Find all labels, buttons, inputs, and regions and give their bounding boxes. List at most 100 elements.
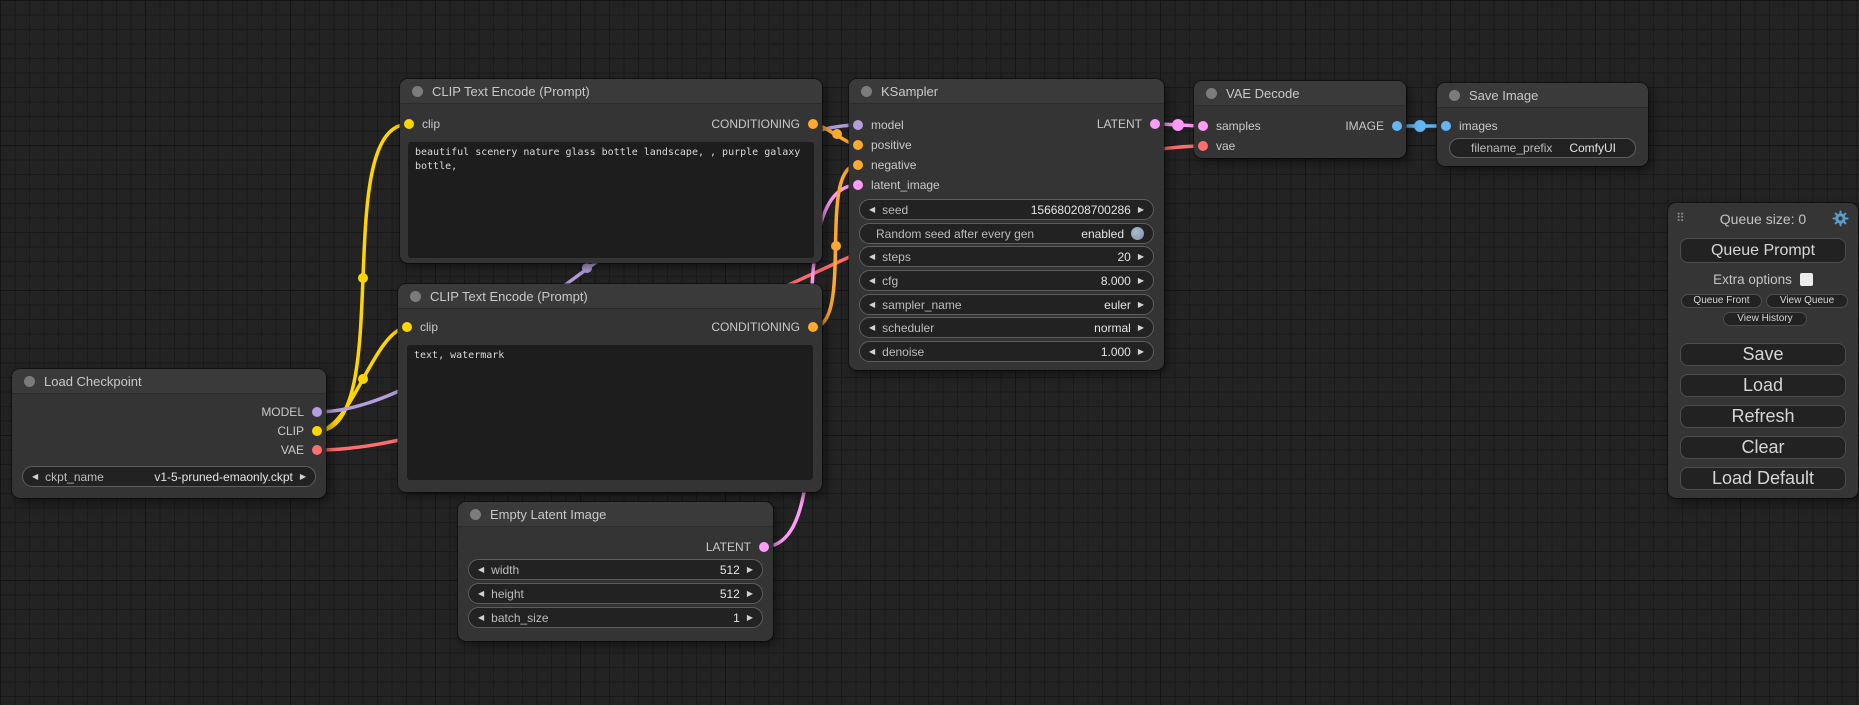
node-clip-text-encode-negative[interactable]: CLIP Text Encode (Prompt) clip CONDITION… bbox=[398, 284, 822, 492]
extra-options-checkbox[interactable] bbox=[1800, 273, 1813, 286]
vae-port-icon[interactable] bbox=[1198, 141, 1208, 151]
latent-port-icon[interactable] bbox=[759, 542, 769, 552]
node-title-bar[interactable]: Load Checkpoint bbox=[12, 369, 326, 394]
input-samples[interactable]: samples bbox=[1198, 120, 1261, 132]
spinner-left-icon[interactable]: ◀ bbox=[869, 206, 875, 214]
output-conditioning[interactable]: CONDITIONING bbox=[711, 321, 818, 333]
input-positive[interactable]: positive bbox=[853, 139, 912, 151]
height-widget[interactable]: ◀ height 512 ▶ bbox=[468, 583, 763, 604]
node-title-bar[interactable]: CLIP Text Encode (Prompt) bbox=[400, 79, 822, 104]
output-vae[interactable]: VAE bbox=[281, 444, 322, 456]
seed-widget[interactable]: ◀ seed 156680208700286 ▶ bbox=[859, 199, 1154, 220]
spinner-left-icon[interactable]: ◀ bbox=[478, 590, 484, 598]
node-ksampler[interactable]: KSampler model positive negative latent_… bbox=[849, 79, 1164, 370]
input-clip[interactable]: clip bbox=[402, 321, 438, 333]
model-port-icon[interactable] bbox=[853, 120, 863, 130]
spinner-left-icon[interactable]: ◀ bbox=[32, 473, 38, 481]
width-widget[interactable]: ◀ width 512 ▶ bbox=[468, 559, 763, 580]
cfg-widget[interactable]: ◀ cfg 8.000 ▶ bbox=[859, 270, 1154, 291]
input-clip[interactable]: clip bbox=[404, 118, 440, 130]
output-latent[interactable]: LATENT bbox=[706, 541, 769, 553]
clear-button[interactable]: Clear bbox=[1680, 436, 1846, 459]
input-latent-image[interactable]: latent_image bbox=[853, 179, 940, 191]
latent-port-icon[interactable] bbox=[1198, 121, 1208, 131]
collapse-dot-icon[interactable] bbox=[861, 86, 872, 97]
spinner-left-icon[interactable]: ◀ bbox=[869, 348, 875, 356]
node-empty-latent-image[interactable]: Empty Latent Image LATENT ◀ width 512 ▶ … bbox=[458, 502, 773, 641]
conditioning-port-icon[interactable] bbox=[853, 140, 863, 150]
load-default-button[interactable]: Load Default bbox=[1680, 467, 1846, 490]
output-clip[interactable]: CLIP bbox=[277, 425, 322, 437]
image-port-icon[interactable] bbox=[1392, 121, 1402, 131]
collapse-dot-icon[interactable] bbox=[412, 86, 423, 97]
latent-port-icon[interactable] bbox=[1150, 119, 1160, 129]
scheduler-widget[interactable]: ◀ scheduler normal ▶ bbox=[859, 317, 1154, 338]
spinner-right-icon[interactable]: ▶ bbox=[1138, 253, 1144, 261]
queue-prompt-button[interactable]: Queue Prompt bbox=[1680, 238, 1846, 263]
node-clip-text-encode-positive[interactable]: CLIP Text Encode (Prompt) clip CONDITION… bbox=[400, 79, 822, 263]
clip-port-icon[interactable] bbox=[312, 426, 322, 436]
node-load-checkpoint[interactable]: Load Checkpoint MODEL CLIP VAE ◀ ckpt_na… bbox=[12, 369, 326, 498]
node-title-bar[interactable]: CLIP Text Encode (Prompt) bbox=[398, 284, 822, 309]
settings-gear-icon[interactable] bbox=[1832, 210, 1849, 227]
node-title-bar[interactable]: KSampler bbox=[849, 79, 1164, 104]
image-port-icon[interactable] bbox=[1441, 121, 1451, 131]
prompt-textarea[interactable]: beautiful scenery nature glass bottle la… bbox=[408, 142, 814, 258]
conditioning-port-icon[interactable] bbox=[808, 322, 818, 332]
clip-port-icon[interactable] bbox=[404, 119, 414, 129]
node-title-bar[interactable]: Empty Latent Image bbox=[458, 502, 773, 527]
spinner-left-icon[interactable]: ◀ bbox=[869, 324, 875, 332]
spinner-left-icon[interactable]: ◀ bbox=[478, 614, 484, 622]
spinner-right-icon[interactable]: ▶ bbox=[747, 614, 753, 622]
spinner-right-icon[interactable]: ▶ bbox=[1138, 206, 1144, 214]
spinner-right-icon[interactable]: ▶ bbox=[747, 566, 753, 574]
output-image[interactable]: IMAGE bbox=[1345, 120, 1402, 132]
spinner-right-icon[interactable]: ▶ bbox=[1138, 348, 1144, 356]
output-model[interactable]: MODEL bbox=[261, 406, 322, 418]
clip-port-icon[interactable] bbox=[402, 322, 412, 332]
save-button[interactable]: Save bbox=[1680, 343, 1846, 366]
collapse-dot-icon[interactable] bbox=[470, 509, 481, 520]
input-model[interactable]: model bbox=[853, 119, 904, 131]
ckpt-name-widget[interactable]: ◀ ckpt_name v1-5-pruned-emaonly.ckpt ▶ bbox=[22, 466, 316, 487]
collapse-dot-icon[interactable] bbox=[24, 376, 35, 387]
collapse-dot-icon[interactable] bbox=[1206, 88, 1217, 99]
spinner-right-icon[interactable]: ▶ bbox=[300, 473, 306, 481]
node-title-bar[interactable]: Save Image bbox=[1437, 83, 1648, 108]
spinner-right-icon[interactable]: ▶ bbox=[747, 590, 753, 598]
prompt-textarea[interactable]: text, watermark bbox=[407, 345, 813, 480]
conditioning-port-icon[interactable] bbox=[853, 160, 863, 170]
sampler-name-widget[interactable]: ◀ sampler_name euler ▶ bbox=[859, 294, 1154, 315]
spinner-left-icon[interactable]: ◀ bbox=[869, 277, 875, 285]
model-port-icon[interactable] bbox=[312, 407, 322, 417]
spinner-right-icon[interactable]: ▶ bbox=[1138, 324, 1144, 332]
spinner-left-icon[interactable]: ◀ bbox=[478, 566, 484, 574]
input-vae[interactable]: vae bbox=[1198, 140, 1235, 152]
denoise-widget[interactable]: ◀ denoise 1.000 ▶ bbox=[859, 341, 1154, 362]
queue-front-button[interactable]: Queue Front bbox=[1681, 294, 1762, 308]
spinner-right-icon[interactable]: ▶ bbox=[1138, 277, 1144, 285]
output-conditioning[interactable]: CONDITIONING bbox=[711, 118, 818, 130]
input-negative[interactable]: negative bbox=[853, 159, 916, 171]
spinner-left-icon[interactable]: ◀ bbox=[869, 253, 875, 261]
view-queue-button[interactable]: View Queue bbox=[1766, 294, 1848, 308]
output-latent[interactable]: LATENT bbox=[1097, 118, 1160, 130]
spinner-left-icon[interactable]: ◀ bbox=[869, 301, 875, 309]
input-images[interactable]: images bbox=[1441, 120, 1498, 132]
node-vae-decode[interactable]: VAE Decode samples vae IMAGE bbox=[1194, 81, 1406, 158]
filename-prefix-widget[interactable]: filename_prefix ComfyUI bbox=[1449, 138, 1636, 158]
vae-port-icon[interactable] bbox=[312, 445, 322, 455]
latent-port-icon[interactable] bbox=[853, 180, 863, 190]
toggle-icon[interactable] bbox=[1131, 227, 1144, 240]
batch-size-widget[interactable]: ◀ batch_size 1 ▶ bbox=[468, 607, 763, 628]
node-title-bar[interactable]: VAE Decode bbox=[1194, 81, 1406, 106]
random-seed-widget[interactable]: Random seed after every gen enabled bbox=[859, 223, 1154, 244]
node-graph-canvas[interactable]: Load Checkpoint MODEL CLIP VAE ◀ ckpt_na… bbox=[0, 0, 1859, 705]
conditioning-port-icon[interactable] bbox=[808, 119, 818, 129]
steps-widget[interactable]: ◀ steps 20 ▶ bbox=[859, 246, 1154, 267]
refresh-button[interactable]: Refresh bbox=[1680, 405, 1846, 428]
collapse-dot-icon[interactable] bbox=[1449, 90, 1460, 101]
collapse-dot-icon[interactable] bbox=[410, 291, 421, 302]
view-history-button[interactable]: View History bbox=[1723, 312, 1807, 326]
load-button[interactable]: Load bbox=[1680, 374, 1846, 397]
